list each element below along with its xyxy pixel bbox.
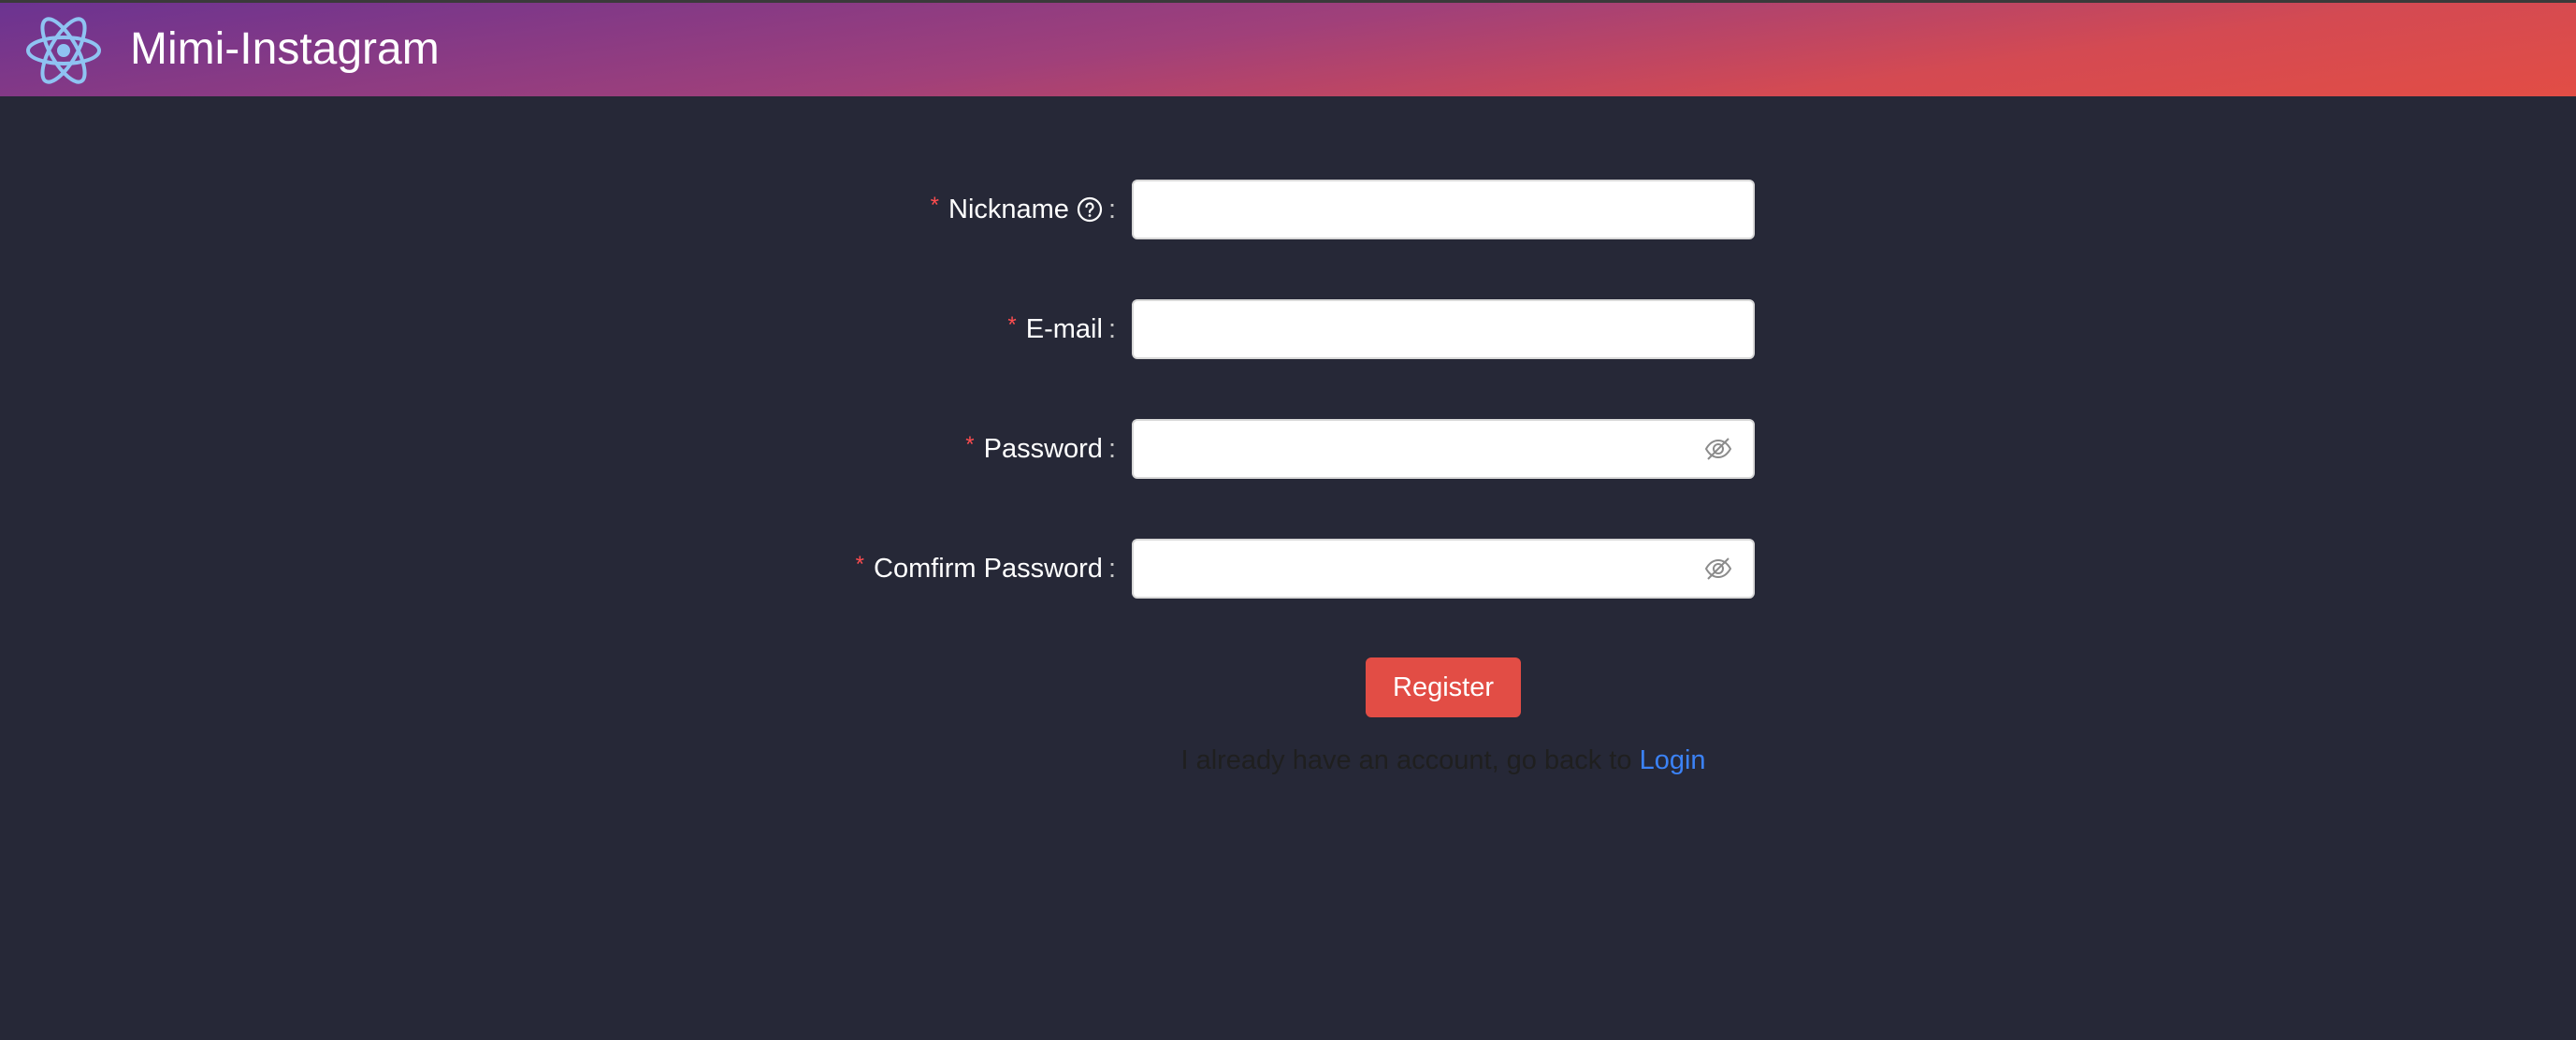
login-link[interactable]: Login [1640, 745, 1706, 775]
login-prompt: I already have an account, go back to Lo… [0, 745, 2576, 776]
confirm-password-label: * Comfirm Password : [856, 539, 1116, 599]
label-colon: : [1107, 553, 1116, 584]
nickname-input[interactable] [1132, 180, 1755, 239]
confirm-password-label-text: Comfirm Password [874, 553, 1103, 584]
eye-invisible-icon[interactable] [1703, 434, 1733, 464]
label-colon: : [1107, 433, 1116, 464]
required-mark: * [1007, 312, 1017, 338]
required-mark: * [855, 552, 864, 577]
required-mark: * [965, 432, 975, 457]
nickname-label-text: Nickname [948, 194, 1069, 224]
eye-invisible-icon[interactable] [1703, 554, 1733, 584]
password-label: * Password : [965, 419, 1116, 479]
confirm-password-input[interactable] [1132, 539, 1755, 599]
nickname-label: * Nickname : [931, 180, 1116, 239]
password-input[interactable] [1132, 419, 1755, 479]
label-colon: : [1107, 194, 1116, 224]
required-mark: * [930, 193, 939, 218]
label-colon: : [1107, 313, 1116, 344]
register-button[interactable]: Register [1366, 657, 1521, 717]
email-label-text: E-mail [1025, 313, 1103, 344]
register-form: * Nickname : * E-mail : * Password : * C… [0, 0, 2576, 1040]
password-label-text: Password [983, 433, 1103, 464]
email-label: * E-mail : [1007, 299, 1116, 359]
email-input[interactable] [1132, 299, 1755, 359]
question-circle-icon[interactable] [1077, 196, 1103, 223]
login-prompt-text: I already have an account, go back to [1180, 745, 1640, 775]
